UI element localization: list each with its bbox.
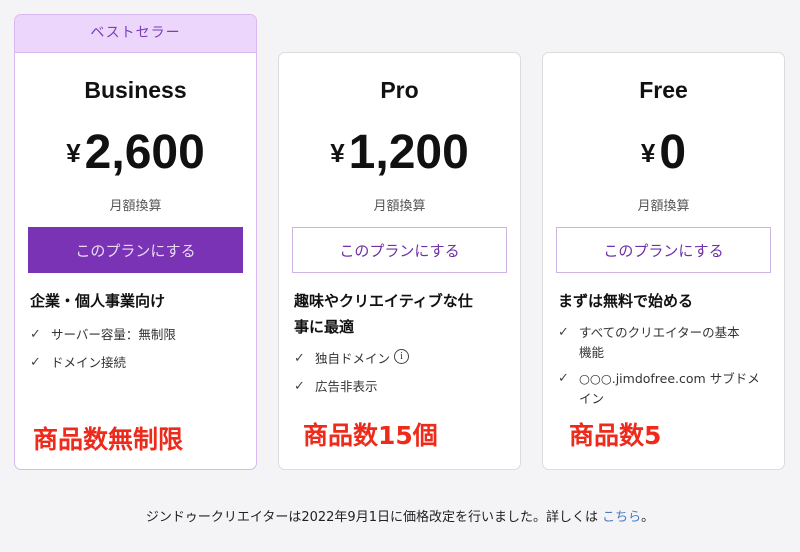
price-amount: 2,600: [84, 126, 205, 179]
plan-card-free: Free ¥0 月額換算 このプランにする まずは無料で始める ✓ すべてのクリエ…: [542, 52, 785, 470]
check-icon: ✓: [558, 371, 569, 386]
check-icon: ✓: [294, 351, 305, 366]
feature-item: ✓ ドメイン接続: [30, 353, 245, 373]
plan-tagline: 趣味やクリエイティブな仕 事に最適: [294, 288, 509, 340]
select-plan-button[interactable]: このプランにする: [556, 227, 771, 273]
feature-text-line: イン: [579, 391, 605, 406]
feature-text-line: すべてのクリエイターの基本: [579, 325, 740, 340]
product-count-annotation: 商品数5: [569, 421, 662, 450]
info-icon[interactable]: i: [394, 349, 410, 364]
product-count-annotation: 商品数15個: [303, 421, 438, 450]
plan-name: Business: [84, 77, 187, 103]
plan-tagline: 企業・個人事業向け: [30, 292, 166, 310]
feature-list: ✓ 独自ドメイン i ✓ 広告非表示: [294, 349, 509, 397]
billing-note: 月額換算: [373, 199, 426, 214]
footer-suffix: 。: [641, 510, 655, 525]
currency-symbol: ¥: [330, 138, 345, 168]
feature-item: ✓ ○○○.jimdofree.com サブドメ イン: [558, 369, 773, 409]
currency-symbol: ¥: [66, 138, 81, 168]
feature-text: ドメイン接続: [51, 355, 127, 370]
feature-text: すべてのクリエイターの基本 機能: [579, 323, 740, 363]
feature-text-line: ○○○.jimdofree.com サブドメ: [579, 371, 760, 386]
plan-tagline-line: 趣味やクリエイティブな仕: [294, 292, 473, 310]
select-plan-button[interactable]: このプランにする: [292, 227, 507, 273]
feature-list: ✓ サーバー容量：無制限 ✓ ドメイン接続: [30, 325, 245, 373]
plan-name: Pro: [380, 77, 419, 103]
price-amount: 1,200: [348, 126, 469, 179]
feature-item: ✓ すべてのクリエイターの基本 機能: [558, 323, 773, 363]
product-count-annotation: 商品数無制限: [33, 425, 184, 454]
plan-tagline: まずは無料で始める: [558, 292, 694, 310]
feature-list: ✓ すべてのクリエイターの基本 機能 ✓ ○○○.jimdofree.com サブドメ…: [558, 323, 773, 409]
plan-price: ¥2,600: [15, 125, 256, 180]
plan-card-pro: Pro ¥1,200 月額換算 このプランにする 趣味やクリエイティブな仕 事に…: [278, 52, 521, 470]
plan-price: ¥1,200: [279, 125, 520, 180]
plan-price: ¥0: [543, 125, 784, 180]
feature-item: ✓ 独自ドメイン i: [294, 349, 509, 369]
select-plan-button[interactable]: このプランにする: [28, 227, 243, 273]
billing-note: 月額換算: [637, 199, 690, 214]
feature-item: ✓ サーバー容量：無制限: [30, 325, 245, 345]
check-icon: ✓: [294, 379, 305, 394]
plan-tagline-line: 事に最適: [294, 318, 355, 336]
billing-note: 月額換算: [109, 199, 162, 214]
feature-text-line: 機能: [579, 345, 605, 360]
feature-text: 広告非表示: [315, 379, 378, 394]
feature-text: 独自ドメイン: [315, 351, 391, 366]
plan-card-business: ベストセラー Business ¥2,600 月額換算 このプランにする 企業・…: [14, 14, 257, 470]
details-link[interactable]: こちら: [602, 510, 641, 525]
check-icon: ✓: [558, 325, 569, 340]
check-icon: ✓: [30, 355, 41, 370]
footer-text: ジンドゥークリエイターは2022年9月1日に価格改定を行いました。詳しくは: [145, 510, 603, 525]
feature-text: ○○○.jimdofree.com サブドメ イン: [579, 369, 760, 409]
currency-symbol: ¥: [640, 138, 656, 168]
price-amount: 0: [659, 126, 687, 179]
plan-name: Free: [639, 77, 688, 103]
bestseller-ribbon: ベストセラー: [15, 15, 256, 53]
check-icon: ✓: [30, 327, 41, 342]
price-revision-note: ジンドゥークリエイターは2022年9月1日に価格改定を行いました。詳しくは こち…: [0, 506, 800, 525]
feature-text: サーバー容量：無制限: [51, 327, 176, 342]
feature-item: ✓ 広告非表示: [294, 377, 509, 397]
